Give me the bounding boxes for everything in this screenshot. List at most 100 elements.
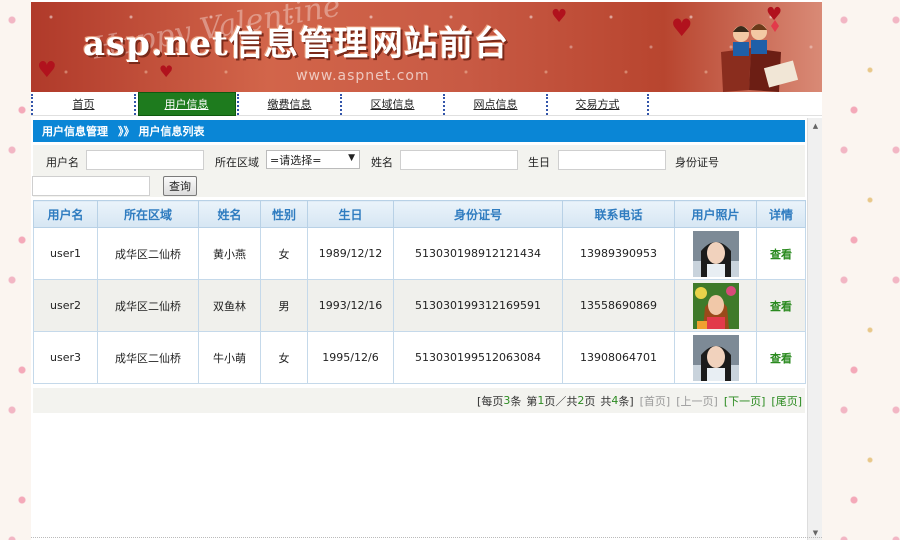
pager-per-page-prefix: [每页 — [477, 394, 504, 408]
cell-idcard: 513030199512063084 — [393, 331, 563, 384]
nav-item-trade-method[interactable]: 交易方式 — [546, 93, 649, 115]
cell-idcard: 513030199312169591 — [393, 279, 563, 332]
column-header-username: 用户名 — [33, 200, 98, 228]
pager-first-link[interactable]: [首页] — [640, 393, 671, 409]
column-header-birthday: 生日 — [307, 200, 394, 228]
footer-divider — [31, 537, 822, 539]
breadcrumb: 用户信息管理 》》 用户信息列表 — [33, 120, 805, 142]
birthday-label: 生日 — [528, 156, 550, 169]
view-detail-link[interactable]: 查看 — [770, 352, 792, 365]
username-label: 用户名 — [46, 156, 79, 169]
nav-item-region-info[interactable]: 区域信息 — [340, 93, 443, 115]
column-header-photo: 用户照片 — [674, 200, 757, 228]
cell-gender: 女 — [260, 331, 308, 384]
pager-total-records: 4 — [611, 394, 619, 407]
cell-birthday: 1989/12/12 — [307, 227, 394, 280]
pager-per-page-count: 3 — [503, 394, 511, 407]
table-header-row: 用户名 所在区域 姓名 性别 生日 身份证号 联系电话 用户照片 详情 — [33, 200, 806, 228]
pager-page-prefix: 第 — [526, 394, 538, 408]
cell-name: 黄小燕 — [198, 227, 261, 280]
column-header-idcard: 身份证号 — [393, 200, 563, 228]
pager-page-mid: 页／共 — [544, 394, 578, 408]
cell-phone: 13558690869 — [562, 279, 675, 332]
user-photo-icon[interactable] — [692, 230, 739, 277]
main-nav: 首页 用户信息 缴费信息 区域信息 网点信息 交易方式 — [31, 92, 822, 116]
pager-last-link[interactable]: [尾页] — [771, 393, 802, 409]
cell-birthday: 1993/12/16 — [307, 279, 394, 332]
nav-item-payment-info[interactable]: 缴费信息 — [237, 93, 340, 115]
cell-idcard: 513030198912121434 — [393, 227, 563, 280]
cell-name: 双鱼林 — [198, 279, 261, 332]
user-photo-icon[interactable] — [692, 334, 739, 381]
nav-item-outlet-info[interactable]: 网点信息 — [443, 93, 546, 115]
breadcrumb-page: 用户信息列表 — [138, 125, 205, 138]
cell-birthday: 1995/12/6 — [307, 331, 394, 384]
cell-name: 牛小萌 — [198, 331, 261, 384]
heart-icon: ♥ — [37, 58, 57, 83]
cell-username: user1 — [33, 227, 98, 280]
cell-photo — [674, 227, 757, 280]
cell-photo — [674, 331, 757, 384]
region-select[interactable]: =请选择= ▼ — [266, 150, 360, 169]
banner-title: asp.net信息管理网站前台 — [83, 24, 509, 64]
heart-icon: ♥ — [671, 14, 693, 42]
idcard-label: 身份证号 — [675, 156, 719, 169]
name-input[interactable] — [400, 150, 518, 170]
region-label: 所在区域 — [215, 156, 259, 169]
pager-total-prefix: 共 — [600, 394, 612, 408]
cell-detail: 查看 — [756, 227, 806, 280]
breadcrumb-section: 用户信息管理 — [42, 125, 108, 138]
column-header-detail: 详情 — [756, 200, 806, 228]
column-header-region: 所在区域 — [97, 200, 199, 228]
nav-item-home[interactable]: 首页 — [31, 93, 134, 115]
breadcrumb-separator: 》》 — [118, 125, 135, 138]
pager-total-pages: 2 — [577, 394, 585, 407]
column-header-gender: 性别 — [260, 200, 308, 228]
table-row: user3 成华区二仙桥 牛小萌 女 1995/12/6 51303019951… — [33, 331, 806, 384]
pager-prev-link[interactable]: [上一页] — [676, 393, 718, 409]
chevron-down-icon: ▼ — [348, 153, 355, 163]
site-banner: Happy Valentine ♥ ♥ ♥ ♥ ♥ asp.net信息管理网站前… — [31, 2, 822, 92]
heart-icon: ♥ — [551, 6, 568, 27]
cell-detail: 查看 — [756, 279, 806, 332]
view-detail-link[interactable]: 查看 — [770, 300, 792, 313]
user-table: 用户名 所在区域 姓名 性别 生日 身份证号 联系电话 用户照片 详情 user… — [33, 200, 806, 384]
cell-region: 成华区二仙桥 — [97, 227, 199, 280]
cell-gender: 男 — [260, 279, 308, 332]
cell-phone: 13908064701 — [562, 331, 675, 384]
table-row: user1 成华区二仙桥 黄小燕 女 1989/12/12 5130301989… — [33, 227, 806, 280]
scroll-up-icon[interactable]: ▲ — [808, 118, 823, 133]
pager-page-suffix: 页 — [584, 394, 596, 408]
cell-phone: 13989390953 — [562, 227, 675, 280]
column-header-name: 姓名 — [198, 200, 261, 228]
banner-url: www.aspnet.com — [296, 68, 430, 84]
nav-item-user-info[interactable]: 用户信息 — [134, 92, 237, 116]
couple-illustration-icon — [721, 20, 799, 92]
cell-detail: 查看 — [756, 331, 806, 384]
search-panel: 用户名 所在区域 =请选择= ▼ 姓名 生日 身份证号 查询 — [32, 145, 805, 197]
table-row: user2 成华区二仙桥 双鱼林 男 1993/12/16 5130301993… — [33, 279, 806, 332]
cell-photo — [674, 279, 757, 332]
view-detail-link[interactable]: 查看 — [770, 248, 792, 261]
query-button[interactable]: 查询 — [163, 176, 197, 196]
cell-username: user3 — [33, 331, 98, 384]
idcard-input[interactable] — [32, 176, 150, 196]
pager-total-suffix: 条] — [618, 394, 634, 408]
pager-current-page: 1 — [537, 394, 545, 407]
user-photo-icon[interactable] — [692, 282, 739, 329]
page-container: Happy Valentine ♥ ♥ ♥ ♥ ♥ asp.net信息管理网站前… — [31, 0, 822, 540]
cell-username: user2 — [33, 279, 98, 332]
cell-region: 成华区二仙桥 — [97, 331, 199, 384]
region-select-value: =请选择= — [270, 153, 322, 167]
username-input[interactable] — [86, 150, 204, 170]
name-label: 姓名 — [371, 156, 393, 169]
pager-next-link[interactable]: [下一页] — [724, 393, 766, 409]
cell-region: 成华区二仙桥 — [97, 279, 199, 332]
vertical-scrollbar[interactable]: ▲ ▼ — [807, 118, 822, 540]
cell-gender: 女 — [260, 227, 308, 280]
pager-per-page-suffix: 条 — [510, 394, 522, 408]
heart-icon: ♥ — [159, 62, 174, 81]
birthday-input[interactable] — [558, 150, 666, 170]
pagination: [每页 3 条 第 1 页／共 2 页 共 4 条] [首页] [上一页] [下… — [33, 388, 805, 413]
column-header-phone: 联系电话 — [562, 200, 675, 228]
